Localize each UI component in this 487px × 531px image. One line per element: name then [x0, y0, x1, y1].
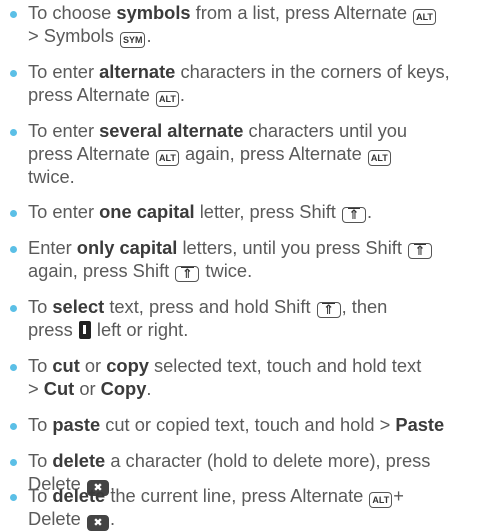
bullet — [10, 494, 17, 501]
tip-text: characters until you — [243, 120, 408, 141]
tip-text: again, press Alternate — [179, 142, 367, 164]
trackpad-icon — [78, 320, 91, 339]
bullet — [10, 210, 17, 217]
tip-text: twice. — [28, 165, 75, 187]
tip-text: press Alternate — [28, 83, 156, 105]
alt-key-icon: ALT — [156, 90, 179, 107]
shift-key-icon: ⇑ — [316, 302, 341, 318]
tip-text: a character (hold to delete more), press — [105, 450, 431, 471]
shift-key-icon: ⇑ — [408, 243, 432, 259]
tip-text: from a list, press Alternate — [190, 2, 413, 23]
tip-keyword: alternate — [99, 61, 176, 82]
tip-keyword: several alternate — [99, 120, 244, 141]
tip-text: press Alternate — [28, 142, 156, 164]
tip-text: To enter — [28, 61, 100, 82]
shift-key-icon: ⇑ — [341, 207, 366, 223]
tip-text: letters, until you press Shift — [177, 237, 407, 258]
tip-text: text, press and hold Shift — [104, 296, 316, 317]
tip-keyword: Paste — [395, 414, 445, 435]
bullet — [10, 423, 17, 430]
tip-keyword: one capital — [99, 201, 195, 222]
bullet — [10, 364, 17, 371]
tip-keyword: copy — [106, 355, 149, 376]
tip-text: To — [28, 485, 53, 506]
bullet — [10, 70, 17, 77]
tip-text: or — [79, 355, 107, 376]
bullet — [10, 246, 17, 253]
keyboard-tips-page: To choose symbols from a list, press Alt… — [0, 0, 487, 531]
tip-text: letter, press Shift — [194, 201, 341, 222]
tip-keyword: delete — [52, 485, 106, 506]
tip-text: characters in the corners of keys, — [175, 61, 450, 82]
tip-text: twice. — [200, 259, 253, 281]
tip-text: To enter — [28, 120, 100, 141]
tip-keyword: symbols — [116, 2, 191, 23]
alt-key-icon: ALT — [413, 9, 436, 25]
tip-keyword: only capital — [76, 237, 178, 258]
tip-keyword: cut — [52, 355, 80, 376]
tip-text: Enter — [28, 237, 77, 258]
tip-text: press — [28, 318, 78, 340]
tip-text: . — [146, 377, 152, 399]
tip-keyword: Cut — [43, 377, 75, 399]
tip-text: > — [28, 377, 44, 399]
tip-text: Delete — [28, 508, 86, 529]
tip-text: To — [28, 414, 53, 435]
bullet — [10, 305, 17, 312]
tip-text: > Symbols — [28, 25, 119, 46]
tip-keyword: delete — [52, 450, 106, 471]
shift-key-icon: ⇑ — [175, 265, 200, 282]
tip-text: selected text, touch and hold text — [148, 355, 422, 376]
alt-key-icon: ALT — [156, 149, 179, 166]
tip-text: or — [74, 377, 101, 399]
tip-text: . — [146, 25, 152, 46]
tip-text: left or right. — [91, 318, 189, 340]
tip-text: . — [109, 508, 116, 529]
alt-key-icon: ALT — [369, 492, 393, 508]
tip-text: To — [28, 355, 53, 376]
sym-key-icon: SYM — [119, 32, 146, 48]
tip-keyword: paste — [52, 414, 101, 435]
tip-text: the current line, press Alternate — [105, 485, 369, 506]
tip-text: . — [366, 201, 373, 222]
bullet — [10, 459, 17, 466]
tip-text: + — [393, 485, 404, 506]
tip-text: To enter — [28, 201, 100, 222]
alt-key-icon: ALT — [367, 149, 391, 166]
tip-text: To — [28, 450, 53, 471]
bullet — [10, 11, 17, 18]
tip-text: again, press Shift — [28, 259, 175, 281]
tip-text: cut or copied text, touch and hold > — [100, 414, 396, 435]
tip-text: , then — [341, 296, 388, 317]
tip-text: To choose — [28, 2, 117, 23]
tip-text: To — [28, 296, 53, 317]
tip-keyword: select — [52, 296, 105, 317]
bullet — [10, 129, 17, 136]
tip-text: . — [179, 83, 185, 105]
tip-keyword: Copy — [100, 377, 147, 399]
